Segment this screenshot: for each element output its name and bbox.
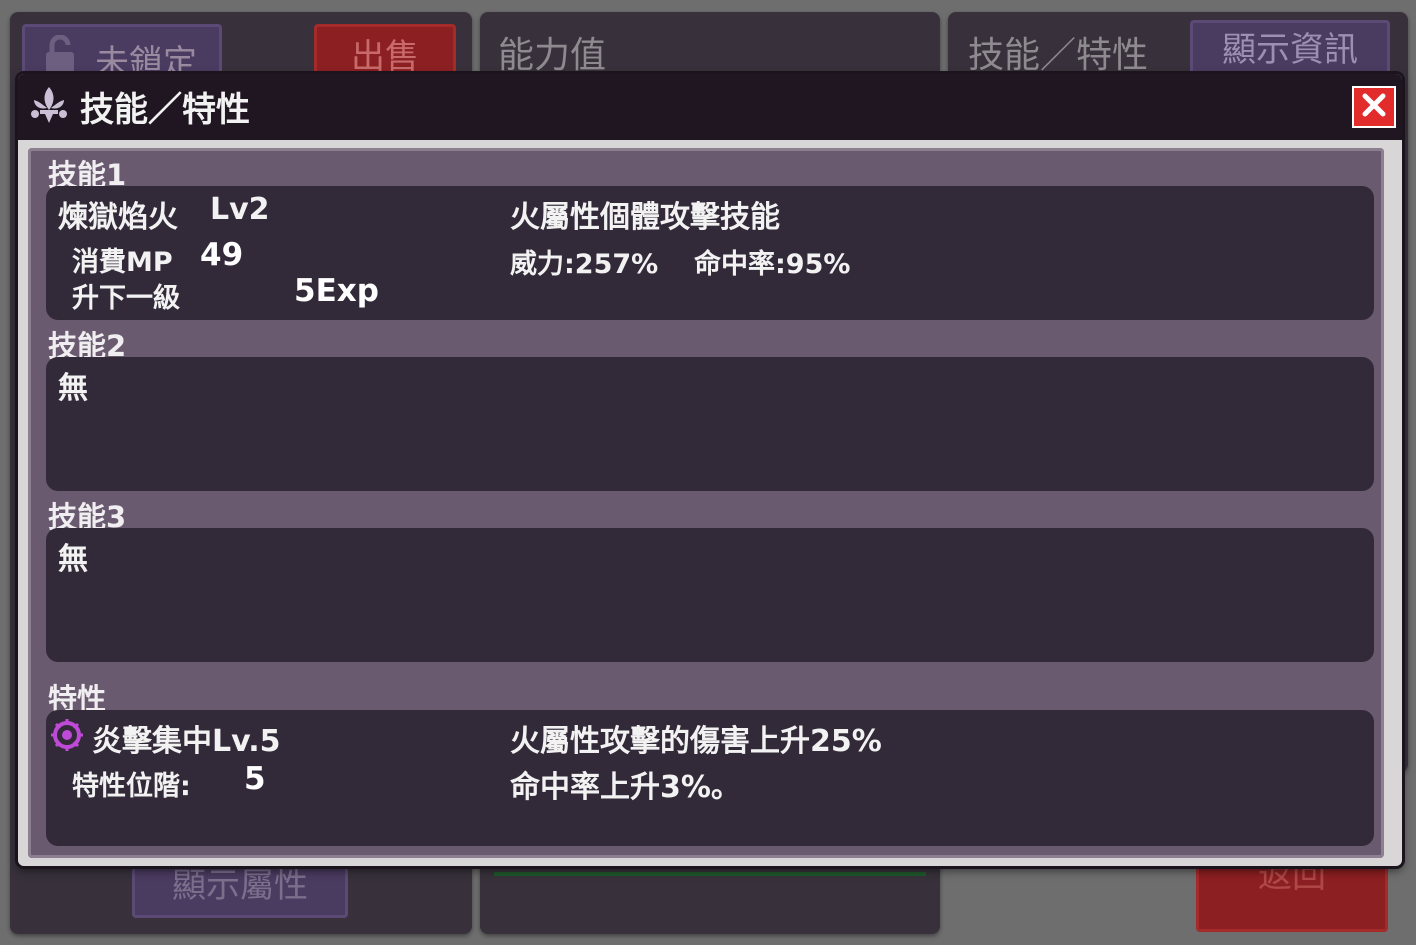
trait-name: 炎擊集中Lv.5 [92,724,281,759]
stats-title: 能力值 [498,35,607,76]
skill1-mp-label: 消費MP [72,247,173,278]
show-attributes-button[interactable]: 顯示屬性 [132,858,348,918]
close-button[interactable] [1352,86,1396,128]
flame-emblem-icon [50,718,84,756]
skills-traits-dialog: 技能／特性 技能1 煉獄焰火 Lv2 消費MP 49 升下一級 5Exp 火屬性… [18,74,1402,866]
show-info-button[interactable]: 顯示資訊 [1190,20,1390,78]
dialog-content: 技能1 煉獄焰火 Lv2 消費MP 49 升下一級 5Exp 火屬性個體攻擊技能… [28,148,1384,858]
skill2-name: 無 [58,371,88,406]
close-icon [1360,91,1388,123]
skill1-box: 煉獄焰火 Lv2 消費MP 49 升下一級 5Exp 火屬性個體攻擊技能 威力:… [46,186,1374,320]
progress-bar [494,872,926,876]
skill1-name: 煉獄焰火 [58,200,178,235]
skill1-level: Lv2 [210,192,270,227]
fleur-de-lis-icon [28,84,70,126]
skill1-description: 火屬性個體攻擊技能 [510,200,780,235]
skill3-name: 無 [58,542,88,577]
skill1-accuracy: 命中率:95% [694,249,851,280]
skill1-mp-value: 49 [200,237,244,273]
skill1-next-value: 5Exp [294,273,379,309]
trait-rank-label: 特性位階: [72,771,191,802]
skill1-power: 威力:257% [510,249,659,280]
dialog-title: 技能／特性 [80,90,250,130]
dialog-header: 技能／特性 [18,74,1402,140]
trait-description-line1: 火屬性攻擊的傷害上升25% [510,724,882,759]
skill2-box: 無 [46,357,1374,491]
skill1-next-label: 升下一級 [72,283,180,314]
skills-title: 技能／特性 [968,35,1149,76]
trait-description-line2: 命中率上升3%。 [510,770,741,805]
trait-box: 炎擊集中Lv.5 特性位階: 5 火屬性攻擊的傷害上升25% 命中率上升3%。 [46,710,1374,846]
skill3-box: 無 [46,528,1374,662]
return-button[interactable]: 返回 [1196,858,1388,932]
trait-rank-value: 5 [244,761,266,797]
